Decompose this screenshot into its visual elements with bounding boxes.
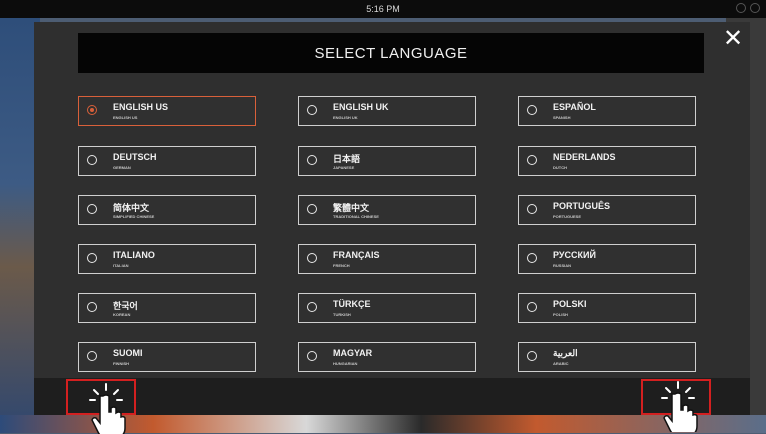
radio-button[interactable]	[87, 351, 97, 361]
radio-button[interactable]	[87, 105, 97, 115]
radio-button[interactable]	[527, 302, 537, 312]
language-subtitle: GERMAN	[113, 165, 131, 170]
language-option[interactable]: العربية ARABIC	[518, 342, 696, 372]
radio-button[interactable]	[527, 253, 537, 263]
language-subtitle: JAPANESE	[333, 165, 355, 170]
language-option[interactable]: MAGYAR HUNGARIAN	[298, 342, 476, 372]
close-icon[interactable]: ✕	[720, 26, 746, 52]
language-name: ESPAÑOL	[553, 102, 596, 112]
radio-button[interactable]	[87, 253, 97, 263]
language-option[interactable]: FRANÇAIS FRENCH	[298, 244, 476, 274]
language-name: SUOMI	[113, 348, 143, 358]
radio-button[interactable]	[307, 302, 317, 312]
language-option[interactable]: ESPAÑOL SPANISH	[518, 96, 696, 126]
radio-button[interactable]	[307, 155, 317, 165]
language-name: POLSKI	[553, 299, 587, 309]
language-subtitle: POLISH	[553, 312, 568, 317]
language-name: ITALIANO	[113, 250, 155, 260]
language-name: 简体中文	[113, 203, 150, 213]
dialog-title-bar: SELECT LANGUAGE	[78, 33, 704, 73]
language-option[interactable]: POLSKI POLISH	[518, 293, 696, 323]
language-option[interactable]: NEDERLANDS DUTCH	[518, 146, 696, 176]
language-name: ENGLISH US	[113, 102, 169, 112]
radio-button[interactable]	[307, 105, 317, 115]
language-subtitle: SIMPLIFIED CHINESE	[113, 214, 155, 219]
tap-hand-icon	[661, 381, 698, 432]
language-subtitle: TRADITIONAL CHINESE	[333, 214, 379, 219]
language-subtitle: PORTUGUESE	[553, 214, 582, 219]
language-subtitle: FRENCH	[333, 263, 350, 268]
language-name: РУССКИЙ	[553, 250, 596, 260]
radio-button[interactable]	[87, 302, 97, 312]
language-subtitle: FINNISH	[113, 361, 129, 366]
language-option[interactable]: ENGLISH UK ENGLISH UK	[298, 96, 476, 126]
radio-button[interactable]	[87, 204, 97, 214]
language-dialog: ✕ SELECT LANGUAGE ENGLISH US ENGLISH US EN…	[34, 22, 750, 415]
language-name: العربية	[553, 348, 578, 358]
language-name: PORTUGUÊS	[553, 201, 611, 211]
radio-button[interactable]	[87, 155, 97, 165]
language-option[interactable]: PORTUGUÊS PORTUGUESE	[518, 195, 696, 225]
language-subtitle: HUNGARIAN	[333, 361, 358, 366]
language-option[interactable]: TÜRKÇE TURKISH	[298, 293, 476, 323]
language-option[interactable]: 繁體中文 TRADITIONAL CHINESE	[298, 195, 476, 225]
language-option[interactable]: 日本語 JAPANESE	[298, 146, 476, 176]
radio-button[interactable]	[307, 204, 317, 214]
language-name: NEDERLANDS	[553, 152, 616, 162]
language-name: 繁體中文	[333, 203, 370, 213]
language-name: TÜRKÇE	[333, 299, 371, 309]
language-option[interactable]: SUOMI FINNISH	[78, 342, 256, 372]
language-name: 한국어	[113, 301, 138, 311]
language-subtitle: TURKISH	[333, 312, 351, 317]
language-name: MAGYAR	[333, 348, 373, 358]
language-option[interactable]: ITALIANO ITALIAN	[78, 244, 256, 274]
language-subtitle: ENGLISH US	[113, 115, 138, 120]
language-option[interactable]: DEUTSCH GERMAN	[78, 146, 256, 176]
language-subtitle: ITALIAN	[113, 263, 129, 268]
language-subtitle: RUSSIAN	[553, 263, 572, 268]
tap-hand-icon	[89, 383, 126, 434]
language-subtitle: KOREAN	[113, 312, 131, 317]
status-time: 5:16 PM	[366, 4, 400, 14]
language-name: ENGLISH UK	[333, 102, 389, 112]
language-subtitle: ENGLISH UK	[333, 115, 358, 120]
language-option[interactable]: РУССКИЙ RUSSIAN	[518, 244, 696, 274]
language-name: DEUTSCH	[113, 152, 157, 162]
language-subtitle: SPANISH	[553, 115, 571, 120]
language-option[interactable]: 한국어 KOREAN	[78, 293, 256, 323]
dialog-title: SELECT LANGUAGE	[314, 44, 468, 62]
radio-button[interactable]	[527, 105, 537, 115]
status-icons	[736, 3, 760, 13]
radio-button[interactable]	[307, 351, 317, 361]
language-option[interactable]: ENGLISH US ENGLISH US	[78, 96, 256, 126]
language-subtitle: DUTCH	[553, 165, 567, 170]
radio-button[interactable]	[527, 155, 537, 165]
status-bar: 5:16 PM	[0, 0, 766, 18]
language-option[interactable]: 简体中文 SIMPLIFIED CHINESE	[78, 195, 256, 225]
language-name: 日本語	[333, 154, 361, 164]
radio-button[interactable]	[307, 253, 317, 263]
radio-button[interactable]	[527, 204, 537, 214]
language-subtitle: ARABIC	[553, 361, 569, 366]
language-name: FRANÇAIS	[333, 250, 380, 260]
radio-button[interactable]	[527, 351, 537, 361]
